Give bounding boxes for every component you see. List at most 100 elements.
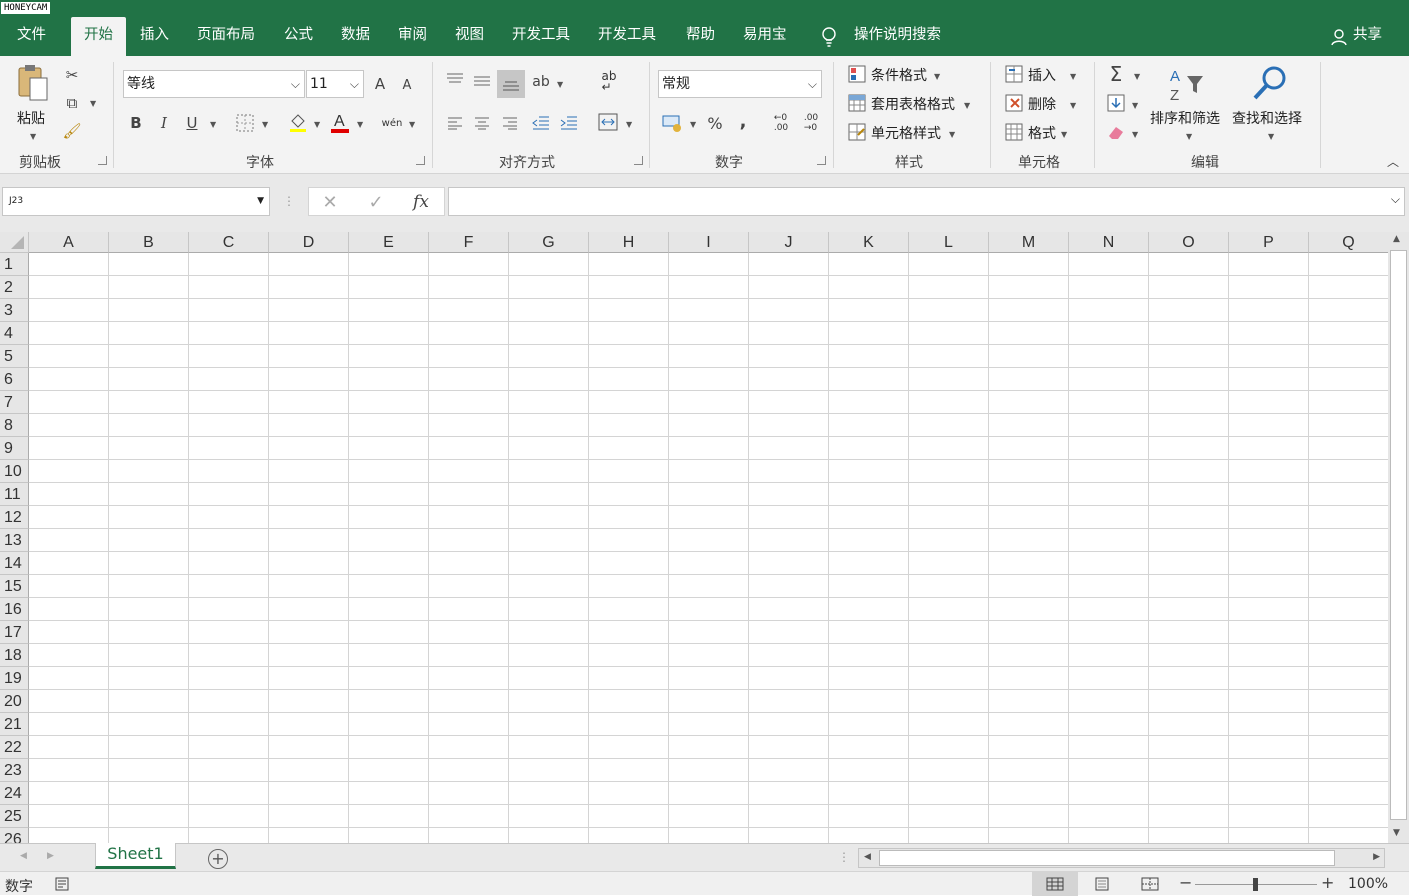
- format-cells-button[interactable]: 格式: [1028, 123, 1056, 143]
- align-center-icon[interactable]: [472, 113, 492, 133]
- increase-decimal-icon[interactable]: ←0.00: [770, 112, 792, 134]
- column-header[interactable]: I: [669, 232, 749, 253]
- copy-icon[interactable]: ⧉: [62, 93, 82, 113]
- scroll-left-icon[interactable]: ◀: [864, 852, 871, 862]
- alignment-launcher-icon[interactable]: [634, 156, 643, 165]
- tab-data[interactable]: 数据: [341, 17, 370, 56]
- wrap-text-icon[interactable]: ab ↵: [598, 70, 620, 93]
- accounting-dropdown-icon[interactable]: ▼: [690, 120, 696, 129]
- row-header[interactable]: 6: [0, 368, 29, 391]
- vertical-scrollbar[interactable]: ▲ ▼: [1388, 232, 1409, 843]
- row-header[interactable]: 16: [0, 598, 29, 621]
- font-launcher-icon[interactable]: [416, 156, 425, 165]
- formula-bar-grip-icon[interactable]: ⋮: [283, 193, 295, 209]
- row-header[interactable]: 20: [0, 690, 29, 713]
- italic-button[interactable]: I: [155, 113, 173, 133]
- tab-easy-tools[interactable]: 易用宝: [743, 17, 787, 56]
- zoom-out-icon[interactable]: −: [1179, 873, 1192, 892]
- row-header[interactable]: 14: [0, 552, 29, 575]
- copy-dropdown-icon[interactable]: ▼: [90, 99, 96, 108]
- tab-help[interactable]: 帮助: [686, 17, 715, 56]
- tab-developer-2[interactable]: 开发工具: [598, 17, 656, 56]
- zoom-in-icon[interactable]: +: [1321, 873, 1334, 892]
- grow-font-icon[interactable]: A: [371, 74, 389, 94]
- number-launcher-icon[interactable]: [817, 156, 826, 165]
- delete-cells-button[interactable]: 删除: [1028, 94, 1056, 114]
- horizontal-scroll-thumb[interactable]: [879, 850, 1335, 866]
- column-header[interactable]: K: [829, 232, 909, 253]
- format-painter-icon[interactable]: 🖌: [62, 121, 82, 141]
- comma-style-button[interactable]: ,: [735, 110, 751, 132]
- column-header[interactable]: A: [29, 232, 109, 253]
- bold-button[interactable]: B: [127, 113, 145, 133]
- autosum-icon[interactable]: Σ: [1106, 62, 1126, 86]
- cell-styles-icon[interactable]: [847, 122, 867, 142]
- name-box-dropdown-icon[interactable]: ▼: [257, 188, 264, 215]
- phonetic-dropdown-icon[interactable]: ▼: [409, 120, 415, 129]
- row-header[interactable]: 3: [0, 299, 29, 322]
- format-as-table-dropdown-icon[interactable]: ▼: [964, 101, 970, 110]
- name-box[interactable]: J23 ▼: [2, 187, 270, 216]
- cell-styles-dropdown-icon[interactable]: ▼: [949, 130, 955, 139]
- cell-area[interactable]: [29, 253, 1388, 843]
- expand-formula-icon[interactable]: ⌵: [1391, 192, 1400, 207]
- paste-dropdown-icon[interactable]: ▼: [30, 132, 36, 141]
- column-header[interactable]: O: [1149, 232, 1229, 253]
- share-button[interactable]: 共享: [1353, 17, 1382, 56]
- delete-cells-dropdown-icon[interactable]: ▼: [1070, 101, 1076, 110]
- column-header[interactable]: P: [1229, 232, 1309, 253]
- row-header[interactable]: 18: [0, 644, 29, 667]
- insert-cells-dropdown-icon[interactable]: ▼: [1070, 72, 1076, 81]
- page-layout-view-button[interactable]: [1094, 877, 1110, 891]
- row-header[interactable]: 13: [0, 529, 29, 552]
- decrease-decimal-icon[interactable]: .00 →0: [800, 112, 822, 134]
- normal-view-button[interactable]: [1032, 872, 1078, 896]
- conditional-formatting-dropdown-icon[interactable]: ▼: [934, 72, 940, 81]
- next-sheet-icon[interactable]: ▶: [47, 851, 54, 861]
- number-format-combo[interactable]: 常规 ⌵: [658, 70, 822, 98]
- format-cells-icon[interactable]: [1004, 122, 1024, 142]
- row-header[interactable]: 8: [0, 414, 29, 437]
- format-as-table-icon[interactable]: [847, 93, 867, 113]
- horizontal-scrollbar[interactable]: ◀ ▶: [858, 848, 1385, 868]
- align-middle-icon[interactable]: [472, 70, 492, 92]
- phonetic-guide-icon[interactable]: wén: [380, 112, 404, 134]
- column-header[interactable]: E: [349, 232, 429, 253]
- select-all-button[interactable]: [0, 232, 29, 253]
- macro-record-icon[interactable]: [55, 877, 69, 891]
- fill-icon[interactable]: [1106, 93, 1126, 113]
- increase-indent-icon[interactable]: [559, 113, 579, 133]
- column-header[interactable]: C: [189, 232, 269, 253]
- column-header[interactable]: N: [1069, 232, 1149, 253]
- cell-styles-button[interactable]: 单元格样式: [871, 123, 941, 143]
- row-header[interactable]: 9: [0, 437, 29, 460]
- percent-style-button[interactable]: %: [705, 112, 725, 134]
- shrink-font-icon[interactable]: A: [398, 76, 416, 94]
- merge-center-icon[interactable]: [597, 111, 619, 133]
- merge-dropdown-icon[interactable]: ▼: [626, 120, 632, 129]
- tell-me-search[interactable]: 操作说明搜索: [854, 17, 941, 56]
- sort-filter-dropdown-icon[interactable]: ▼: [1186, 132, 1192, 141]
- row-header[interactable]: 23: [0, 759, 29, 782]
- align-right-icon[interactable]: [500, 113, 520, 133]
- row-header[interactable]: 24: [0, 782, 29, 805]
- tab-developer[interactable]: 开发工具: [512, 17, 570, 56]
- row-header[interactable]: 25: [0, 805, 29, 828]
- row-header[interactable]: 21: [0, 713, 29, 736]
- tab-formulas[interactable]: 公式: [284, 17, 313, 56]
- sort-filter-icon[interactable]: AZ: [1165, 64, 1209, 104]
- border-icon[interactable]: [235, 113, 255, 133]
- scroll-down-icon[interactable]: ▼: [1393, 828, 1400, 838]
- row-header[interactable]: 1: [0, 253, 29, 276]
- prev-sheet-icon[interactable]: ◀: [20, 851, 27, 861]
- fill-color-dropdown-icon[interactable]: ▼: [314, 120, 320, 129]
- tab-view[interactable]: 视图: [455, 17, 484, 56]
- delete-cells-icon[interactable]: [1004, 93, 1024, 113]
- clear-dropdown-icon[interactable]: ▼: [1132, 130, 1138, 139]
- new-sheet-icon[interactable]: +: [208, 849, 228, 869]
- orientation-icon[interactable]: ab: [531, 72, 551, 92]
- row-header[interactable]: 19: [0, 667, 29, 690]
- font-name-combo[interactable]: 等线 ⌵: [123, 70, 305, 98]
- column-header[interactable]: B: [109, 232, 189, 253]
- column-header[interactable]: G: [509, 232, 589, 253]
